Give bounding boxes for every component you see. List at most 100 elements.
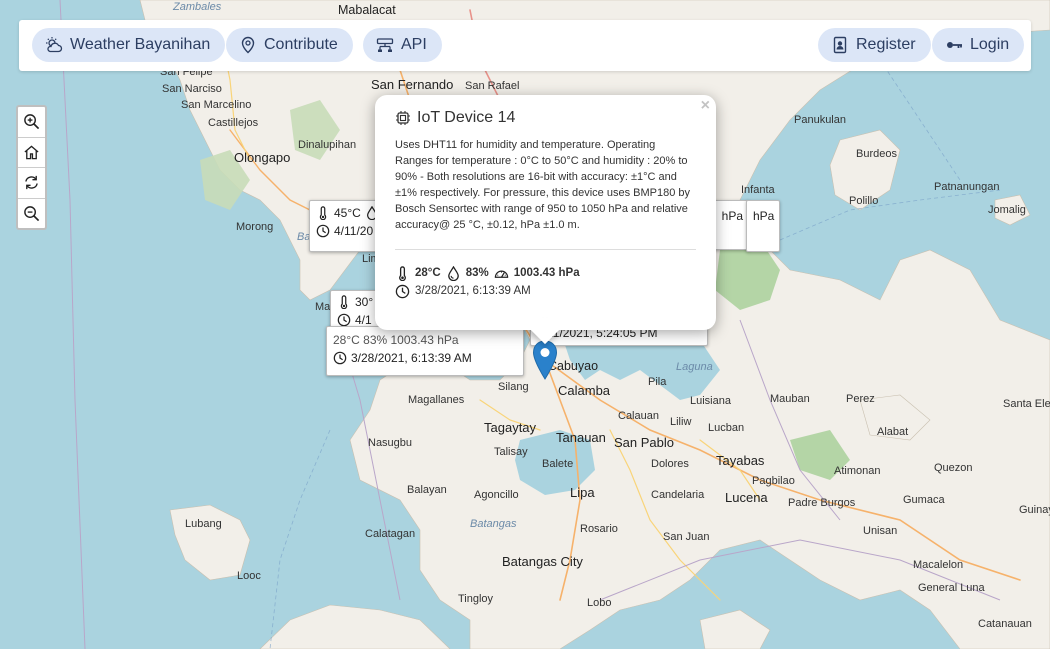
id-badge-icon xyxy=(833,36,847,54)
brand-button[interactable]: Weather Bayanihan xyxy=(32,28,226,62)
refresh-button[interactable] xyxy=(18,168,45,199)
home-icon xyxy=(24,145,39,160)
tooltip-temperature: 30° xyxy=(355,295,374,309)
label-pagbilao: Pagbilao xyxy=(752,475,795,487)
label-nasugbu: Nasugbu xyxy=(368,437,412,449)
label-magallanes: Magallanes xyxy=(408,394,465,406)
login-label: Login xyxy=(970,36,1010,53)
zoom-in-button[interactable] xyxy=(18,107,45,138)
label-lubang: Lubang xyxy=(185,518,222,530)
label-san-pablo: San Pablo xyxy=(614,435,674,450)
clock-icon xyxy=(395,284,410,298)
label-infanta: Infanta xyxy=(741,184,776,196)
label-panukulan: Panukulan xyxy=(794,114,846,126)
label-lucena: Lucena xyxy=(725,490,768,505)
popup-timestamp: 3/28/2021, 6:13:39 AM xyxy=(415,285,531,297)
tooltip-timestamp: 4/11/20 xyxy=(334,224,374,238)
label-macalelon: Macalelon xyxy=(913,559,963,571)
label-unisan: Unisan xyxy=(863,525,897,537)
label-gumaca: Gumaca xyxy=(903,494,945,506)
label-silang: Silang xyxy=(498,381,529,393)
tooltip-timestamp: 4/1 xyxy=(355,313,372,327)
label-atimonan: Atimonan xyxy=(834,465,880,477)
popup-readings: 28°C 83% 1003.43 hPa 3/28/2021, 6:13:39 … xyxy=(395,264,696,300)
register-label: Register xyxy=(856,36,916,53)
label-quezon: Quezon xyxy=(934,462,973,474)
label-tanauan: Tanauan xyxy=(556,430,606,445)
label-mabalacat: Mabalacat xyxy=(338,3,396,17)
api-label: API xyxy=(401,36,427,53)
device-tooltip[interactable]: hPa xyxy=(746,200,780,252)
map-pin-icon xyxy=(241,36,255,54)
contribute-label: Contribute xyxy=(264,36,338,53)
label-patnanungan: Patnanungan xyxy=(934,181,999,193)
popup-title-text: IoT Device 14 xyxy=(417,109,516,126)
clock-icon xyxy=(337,313,351,327)
label-calamba: Calamba xyxy=(558,383,611,398)
label-pila: Pila xyxy=(648,376,667,388)
popup-humidity: 83% xyxy=(465,267,489,279)
label-lobo: Lobo xyxy=(587,597,611,609)
label-agoncillo: Agoncillo xyxy=(474,489,519,501)
contribute-button[interactable]: Contribute xyxy=(226,28,353,62)
label-alabat: Alabat xyxy=(877,426,908,438)
api-button[interactable]: API xyxy=(363,28,442,62)
login-button[interactable]: Login xyxy=(932,28,1025,62)
label-balete: Balete xyxy=(542,458,573,470)
popup-divider xyxy=(395,249,696,250)
droplet-icon xyxy=(447,265,459,281)
label-tagaytay: Tagaytay xyxy=(484,420,537,435)
label-liliw: Liliw xyxy=(670,416,691,428)
label-padre-burgos: Padre Burgos xyxy=(788,497,856,509)
label-olongapo: Olongapo xyxy=(234,150,290,165)
label-lucban: Lucban xyxy=(708,422,744,434)
label-guinayangan: Guinay xyxy=(1019,504,1050,516)
api-icon xyxy=(376,38,394,52)
tooltip-temperature: 45°C xyxy=(334,206,361,220)
label-zambales: Zambales xyxy=(172,1,222,13)
label-san-rafael: San Rafael xyxy=(465,80,519,92)
refresh-icon xyxy=(25,176,38,190)
label-mauban: Mauban xyxy=(770,393,810,405)
label-candelaria: Candelaria xyxy=(651,489,705,501)
label-san-narciso: San Narciso xyxy=(162,83,222,95)
label-tingloy: Tingloy xyxy=(458,593,494,605)
navbar: Weather Bayanihan Contribute API Registe… xyxy=(19,20,1031,71)
popup-description: Uses DHT11 for humidity and temperature.… xyxy=(395,139,691,231)
label-castillejos: Castillejos xyxy=(208,117,259,129)
brand-label: Weather Bayanihan xyxy=(70,36,211,53)
popup-close-button[interactable]: × xyxy=(701,97,710,115)
zoom-out-button[interactable] xyxy=(18,199,45,229)
tooltip-readings: 28°C 83% 1003.43 hPa xyxy=(333,333,459,347)
label-tayabas: Tayabas xyxy=(716,453,765,468)
label-looc: Looc xyxy=(237,570,261,582)
home-button[interactable] xyxy=(18,138,45,168)
clock-icon xyxy=(333,351,347,365)
label-santa-elena: Santa Elen xyxy=(1003,398,1050,410)
tooltip-timestamp: 3/28/2021, 6:13:39 AM xyxy=(351,351,472,365)
popup-temperature: 28°C xyxy=(415,267,441,279)
device-tooltip[interactable]: 28°C 83% 1003.43 hPa 3/28/2021, 6:13:39 … xyxy=(326,326,524,376)
label-perez: Perez xyxy=(846,393,875,405)
popup-title: IoT Device 14 xyxy=(395,109,696,127)
label-luisiana: Luisiana xyxy=(690,395,732,407)
key-icon xyxy=(947,42,962,48)
label-dolores: Dolores xyxy=(651,458,689,470)
label-rosario: Rosario xyxy=(580,523,618,535)
tooltip-pressure: hPa xyxy=(721,209,743,223)
label-laguna: Laguna xyxy=(676,361,713,373)
label-catanauan: Catanauan xyxy=(978,618,1032,630)
label-calatagan: Calatagan xyxy=(365,528,415,540)
zoom-in-icon xyxy=(24,114,40,130)
chip-icon xyxy=(396,111,410,125)
tooltip-pressure: hPa xyxy=(753,209,775,223)
label-general-luna: General Luna xyxy=(918,582,986,594)
popup-pressure: 1003.43 hPa xyxy=(513,267,580,279)
register-button[interactable]: Register xyxy=(818,28,931,62)
label-batangas-city: Batangas City xyxy=(502,554,583,569)
gauge-icon xyxy=(494,270,508,278)
map-marker-icon[interactable] xyxy=(532,340,558,380)
label-polillo: Polillo xyxy=(849,195,878,207)
label-batangas: Batangas xyxy=(470,518,517,530)
thermometer-icon xyxy=(340,295,348,309)
